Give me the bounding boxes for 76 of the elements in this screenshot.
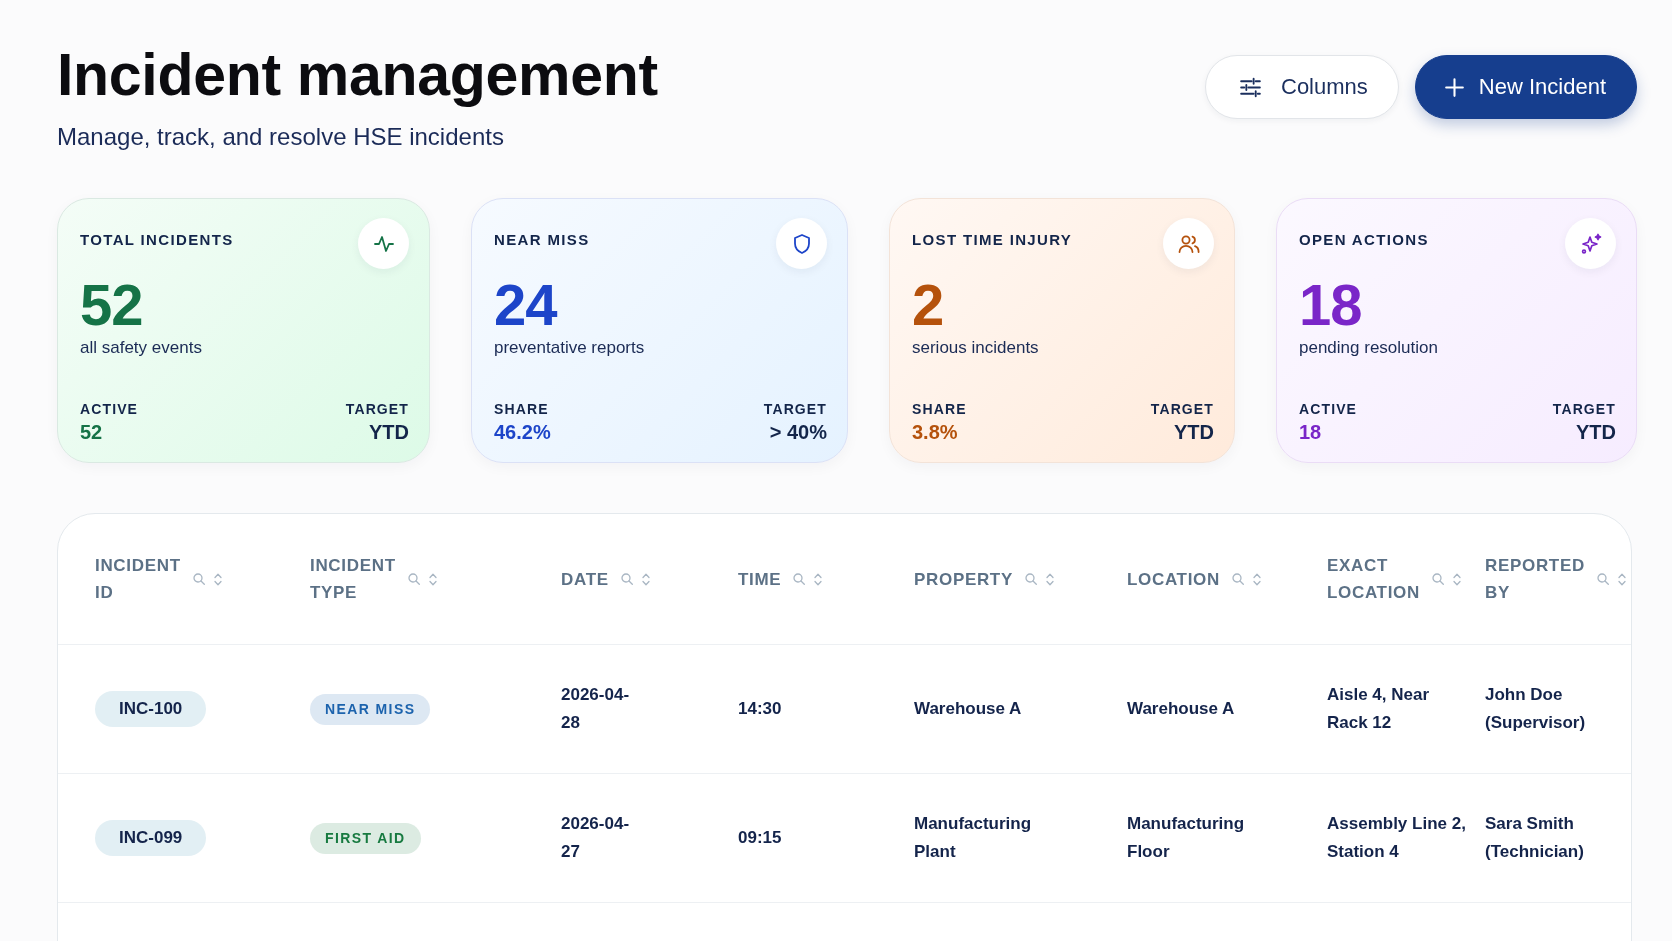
table-cell-text: Aisle 4, Near Rack 12 <box>1327 684 1431 734</box>
card-label: OPEN ACTIONS <box>1299 231 1429 249</box>
stat-value: > 40% <box>769 420 827 444</box>
search-icon[interactable] <box>1431 573 1444 585</box>
incident-id-tag: INC-099 <box>95 820 207 856</box>
stat-value: YTD <box>1576 420 1616 444</box>
card-value: 2 <box>912 275 945 335</box>
sort-icon[interactable] <box>213 572 222 586</box>
pulse-icon <box>358 218 409 269</box>
stat-label: ACTIVE <box>80 401 139 417</box>
card-label: LOST TIME INJURY <box>912 231 1073 249</box>
stat-value: YTD <box>1174 420 1214 444</box>
page-title: Incident management <box>57 43 658 107</box>
stat-value: 18 <box>1299 420 1323 444</box>
sort-icon[interactable] <box>1045 572 1054 586</box>
sort-icon[interactable] <box>814 572 823 586</box>
column-header: REPORTED BY <box>1485 555 1585 604</box>
card-note: serious incidents <box>912 337 1040 359</box>
column-header: INCIDENT TYPE <box>310 555 396 604</box>
stat-label: TARGET <box>763 401 827 417</box>
table-cell-text: Warehouse A <box>1127 698 1235 720</box>
columns-button[interactable]: Columns <box>1205 55 1399 119</box>
card-label: NEAR MISS <box>494 231 590 249</box>
search-icon[interactable] <box>793 573 806 585</box>
stat-label: ACTIVE <box>1299 401 1358 417</box>
column-header: LOCATION <box>1127 568 1220 591</box>
search-icon[interactable] <box>1231 573 1244 585</box>
stat-label: SHARE <box>912 401 967 417</box>
table-cell-text: Manufacturing Plant <box>914 813 1033 863</box>
card-label: TOTAL INCIDENTS <box>80 231 234 249</box>
table-cell-text: 14:30 <box>738 698 782 720</box>
sort-icon[interactable] <box>428 572 437 586</box>
stat-label: TARGET <box>1552 401 1616 417</box>
stat-label: TARGET <box>345 401 409 417</box>
table-cell-text: 09:15 <box>738 827 782 849</box>
column-header: TIME <box>738 568 782 591</box>
card-note: pending resolution <box>1299 337 1439 359</box>
column-header: DATE <box>561 568 609 591</box>
stat-value: 52 <box>80 420 104 444</box>
new-incident-button[interactable]: New Incident <box>1414 55 1637 119</box>
people-icon <box>1163 218 1214 269</box>
table-cell-text: John Doe (Supervisor) <box>1485 684 1587 734</box>
incident-type-tag: NEAR MISS <box>310 693 431 725</box>
sort-icon[interactable] <box>1252 572 1261 586</box>
stat-value: YTD <box>369 420 409 444</box>
card-note: preventative reports <box>494 337 646 359</box>
table-cell-text: Warehouse A <box>914 698 1022 720</box>
sort-icon[interactable] <box>641 572 650 586</box>
sort-icon[interactable] <box>1617 572 1626 586</box>
search-icon[interactable] <box>1024 573 1037 585</box>
table-cell-text: Sara Smith (Technician) <box>1485 813 1585 863</box>
search-icon[interactable] <box>192 573 205 585</box>
stat-value: 3.8% <box>912 420 959 444</box>
card-value: 18 <box>1299 275 1363 335</box>
card-value: 52 <box>80 275 144 335</box>
column-header: EXACT LOCATION <box>1327 555 1420 604</box>
stat-label: SHARE <box>494 401 550 417</box>
search-icon[interactable] <box>407 573 420 585</box>
page-subtitle: Manage, track, and resolve HSE incidents <box>57 123 505 151</box>
card-value: 24 <box>494 275 559 335</box>
search-icon[interactable] <box>620 573 633 585</box>
column-header: PROPERTY <box>914 568 1013 591</box>
stat-value: 46.2% <box>494 420 551 444</box>
column-header: INCIDENT ID <box>95 555 181 604</box>
sparkle-icon <box>1565 218 1616 269</box>
sort-icon[interactable] <box>1452 572 1461 586</box>
table-cell-text: Assembly Line 2, Station 4 <box>1327 813 1467 863</box>
shield-icon <box>776 218 827 269</box>
table-cell-text: Manufacturing Floor <box>1127 813 1246 863</box>
search-icon[interactable] <box>1596 573 1609 585</box>
stat-label: TARGET <box>1150 401 1214 417</box>
card-note: all safety events <box>80 337 203 359</box>
incident-id-tag: INC-100 <box>95 691 207 727</box>
incident-type-tag: FIRST AID <box>310 822 421 854</box>
table-cell-text: 2026-04-28 <box>561 684 631 734</box>
table-cell-text: 2026-04-27 <box>561 813 631 863</box>
